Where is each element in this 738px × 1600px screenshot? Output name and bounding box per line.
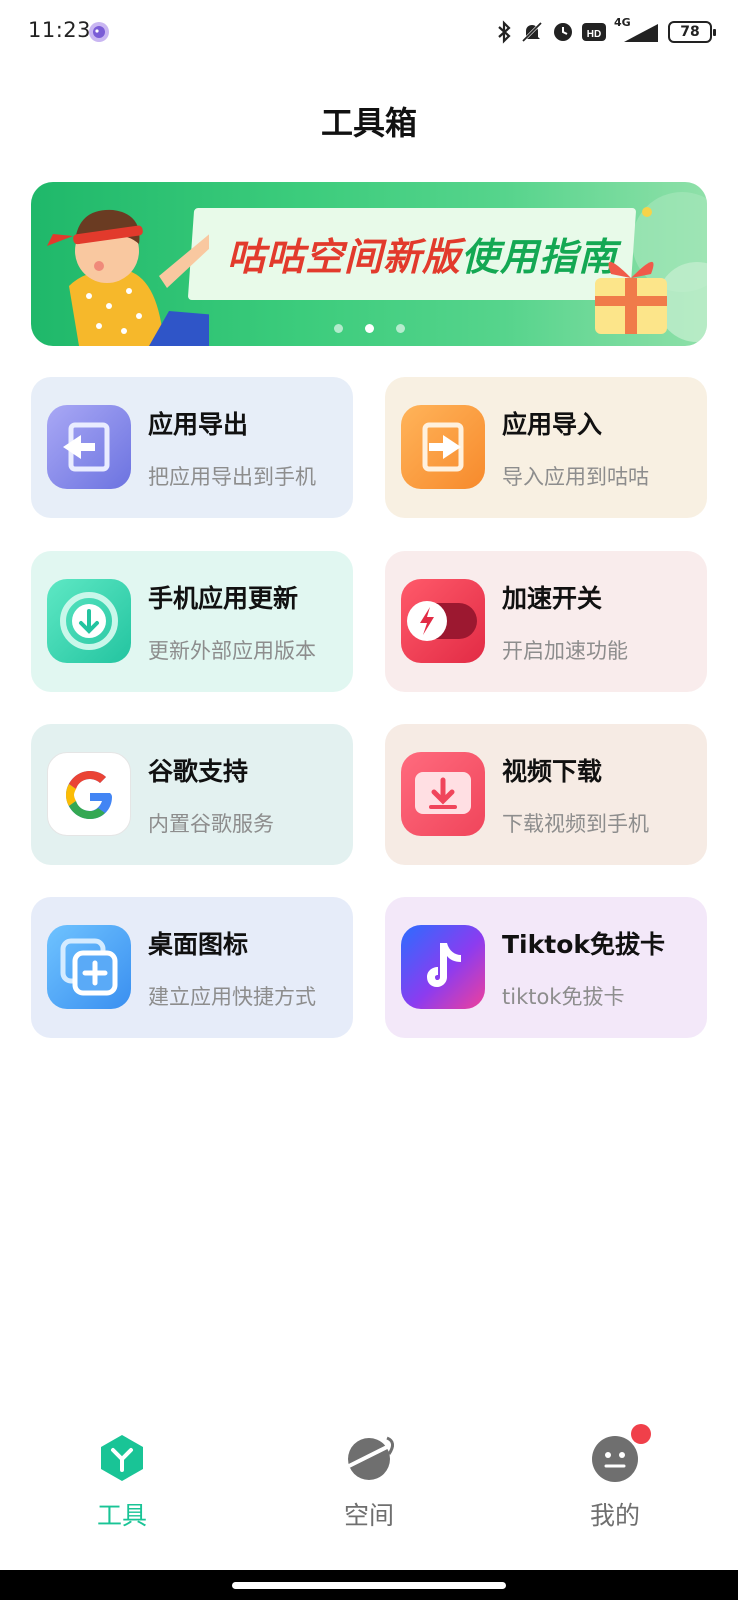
banner-slogan: 咕咕空间新版使用指南: [227, 226, 617, 281]
tool-card-google[interactable]: 谷歌支持 内置谷歌服务: [31, 724, 353, 865]
export-icon: [47, 405, 131, 489]
page-title: 工具箱: [320, 104, 417, 142]
desktop-shortcut-icon: [47, 925, 131, 1009]
banner-dot-1[interactable]: [333, 324, 343, 333]
app-notification-icon: [88, 21, 110, 43]
tool-card-import[interactable]: 应用导入 导入应用到咕咕: [385, 377, 707, 518]
alarm-icon: [554, 23, 572, 41]
home-indicator[interactable]: [232, 1582, 506, 1589]
gift-illustration: [595, 261, 667, 334]
tool-card-app-update[interactable]: 手机应用更新 更新外部应用版本: [31, 551, 353, 692]
nav-label: 空间: [343, 1501, 394, 1530]
video-download-icon: [401, 752, 485, 836]
nav-tab-space[interactable]: 空间: [289, 1420, 449, 1540]
mute-icon: [521, 21, 543, 43]
tool-subtitle: 建立应用快捷方式: [148, 985, 316, 1009]
tool-subtitle: 导入应用到咕咕: [502, 465, 649, 489]
bottom-nav: 工具 空间 我的: [0, 1420, 738, 1560]
tool-title: 加速开关: [502, 584, 603, 613]
tool-subtitle: tiktok免拔卡: [502, 985, 625, 1009]
tool-subtitle: 更新外部应用版本: [148, 639, 316, 663]
tool-subtitle: 把应用导出到手机: [148, 465, 316, 489]
tool-subtitle: 下载视频到手机: [502, 812, 649, 836]
update-icon: [47, 579, 131, 663]
planet-icon: [348, 1436, 394, 1480]
tool-subtitle: 开启加速功能: [502, 639, 628, 663]
import-icon: [401, 405, 485, 489]
tool-title: 应用导出: [148, 410, 249, 439]
banner-slogan-part1: 咕咕空间新版: [227, 235, 462, 279]
tool-title: 手机应用更新: [148, 584, 299, 613]
tool-card-desktop-shortcut[interactable]: 桌面图标 建立应用快捷方式: [31, 897, 353, 1038]
tool-subtitle: 内置谷歌服务: [148, 812, 274, 836]
nav-label: 工具: [96, 1501, 147, 1530]
svg-text:HD: HD: [587, 29, 601, 40]
tool-title: 视频下载: [502, 757, 603, 786]
tool-title: 应用导入: [502, 410, 603, 439]
nav-tab-tools[interactable]: 工具: [42, 1420, 202, 1540]
status-time: 11:23: [28, 18, 92, 42]
gesture-bar: [0, 1570, 738, 1600]
battery-indicator: 78: [668, 21, 716, 43]
tool-card-accelerate[interactable]: 加速开关 开启加速功能: [385, 551, 707, 692]
banner-dot-3[interactable]: [395, 324, 405, 333]
tools-icon: [101, 1435, 143, 1481]
tool-card-export[interactable]: 应用导出 把应用导出到手机: [31, 377, 353, 518]
bluetooth-icon: [498, 20, 511, 44]
signal-icon: 4G: [614, 16, 660, 44]
google-icon: [47, 752, 131, 836]
tool-title: Tiktok免拔卡: [502, 930, 666, 959]
banner-dot-2[interactable]: [364, 324, 374, 333]
accelerate-toggle-icon: [401, 579, 485, 663]
tool-card-tiktok[interactable]: Tiktok免拔卡 tiktok免拔卡: [385, 897, 707, 1038]
banner-pagination: [31, 324, 707, 333]
nav-label: 我的: [589, 1501, 640, 1530]
promo-banner[interactable]: 咕咕空间新版使用指南: [31, 182, 707, 346]
tool-title: 桌面图标: [148, 930, 249, 959]
notification-badge: [631, 1424, 651, 1444]
hd-icon: HD: [582, 23, 606, 41]
status-icons: HD 4G 78: [496, 16, 716, 46]
tool-card-video-download[interactable]: 视频下载 下载视频到手机: [385, 724, 707, 865]
tiktok-icon: [401, 925, 485, 1009]
status-bar: 11:23 HD 4G 78: [0, 0, 738, 66]
nav-tab-profile[interactable]: 我的: [535, 1420, 695, 1540]
tool-title: 谷歌支持: [148, 757, 249, 786]
